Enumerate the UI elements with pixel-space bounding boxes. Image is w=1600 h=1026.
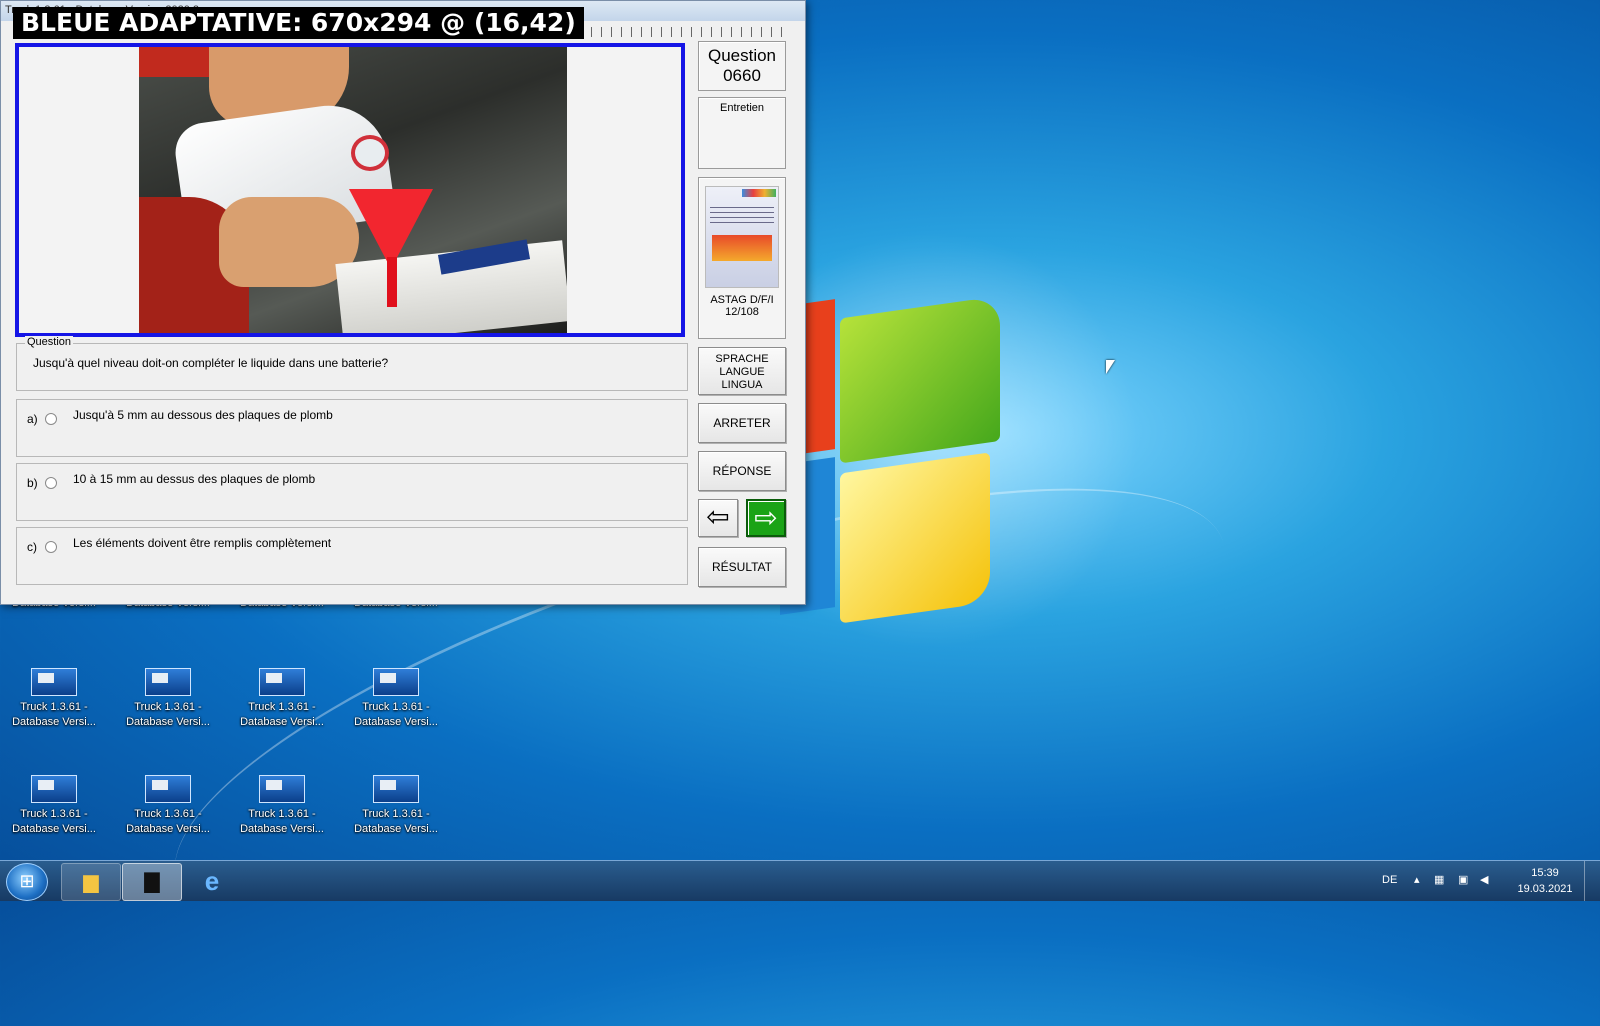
answer-radio-c[interactable] <box>45 541 57 553</box>
desktop-icon-label: Truck 1.3.61 - <box>20 701 88 713</box>
truck-app-icon <box>145 668 191 696</box>
desktop-icon-truck-11[interactable]: Truck 1.3.61 - Database Versi... <box>236 775 328 837</box>
desktop-icon-label: Truck 1.3.61 - <box>134 808 202 820</box>
overlay-label: BLEUE ADAPTATIVE: 670x294 @ (16,42) <box>13 7 584 39</box>
answer-letter: c) <box>27 540 37 554</box>
desktop-icon-truck-10[interactable]: Truck 1.3.61 - Database Versi... <box>122 775 214 837</box>
input-language-indicator[interactable]: DE <box>1382 874 1397 914</box>
taskbar-internet-explorer[interactable]: e <box>183 863 241 899</box>
logo-green-pane <box>840 295 1000 464</box>
desktop-icon-truck-12[interactable]: Truck 1.3.61 - Database Versi... <box>350 775 442 837</box>
language-label-fr: LANGUE <box>719 366 765 378</box>
question-text: Jusqu'à quel niveau doit-on compléter le… <box>33 356 389 370</box>
taskbar: ⊞ ▆ ▇ e DE ▴ ▦ ▣ ◀ 15:39 19.03.2021 <box>0 860 1600 901</box>
taskbar-explorer[interactable]: ▆ <box>61 863 121 901</box>
cover-category-stripe <box>742 189 776 197</box>
stop-button[interactable]: ARRETER <box>698 403 786 443</box>
answer-text: Jusqu'à 5 mm au dessous des plaques de p… <box>73 408 333 422</box>
answer-button[interactable]: RÉPONSE <box>698 451 786 491</box>
show-desktop-button[interactable] <box>1584 861 1599 901</box>
category-box: Entretien <box>698 97 786 169</box>
desktop-icon-label: Database Versi... <box>240 823 324 835</box>
desktop-icon-truck-5[interactable]: Truck 1.3.61 - Database Versi... <box>8 668 100 730</box>
windows-logo-graphic <box>780 263 1020 657</box>
mouse-cursor-icon <box>1106 360 1115 374</box>
desktop-icon-label: Truck 1.3.61 - <box>134 701 202 713</box>
answer-option-a[interactable]: a) Jusqu'à 5 mm au dessous des plaques d… <box>16 399 688 457</box>
question-group: Question Jusqu'à quel niveau doit-on com… <box>16 336 688 391</box>
answer-option-c[interactable]: c) Les éléments doivent être remplis com… <box>16 527 688 585</box>
desktop-icon-truck-8[interactable]: Truck 1.3.61 - Database Versi... <box>350 668 442 730</box>
next-button[interactable]: ⇨ <box>746 499 786 537</box>
clock-time: 15:39 <box>1531 867 1559 879</box>
truck-app-icon <box>373 775 419 803</box>
desktop-icon-label: Truck 1.3.61 - <box>20 808 88 820</box>
truck-app-icon <box>31 668 77 696</box>
volume-icon[interactable]: ◀ <box>1480 873 1488 913</box>
desktop-icon-label: Truck 1.3.61 - <box>362 701 430 713</box>
clock-date: 19.03.2021 <box>1517 883 1573 895</box>
answer-radio-b[interactable] <box>45 477 57 489</box>
language-label-de: SPRACHE <box>715 353 769 365</box>
answer-text: 10 à 15 mm au dessus des plaques de plom… <box>73 472 316 486</box>
question-photo <box>139 47 567 333</box>
desktop-icon-label: Database Versi... <box>126 716 210 728</box>
desktop-icon-label: Truck 1.3.61 - <box>248 808 316 820</box>
answer-letter: b) <box>27 476 38 490</box>
desktop-icon-label: Database Versi... <box>240 716 324 728</box>
desktop-icon-truck-9[interactable]: Truck 1.3.61 - Database Versi... <box>8 775 100 837</box>
category-label: Entretien <box>719 102 765 114</box>
desktop-icon-label: Database Versi... <box>12 716 96 728</box>
desktop-icon-label: Database Versi... <box>126 823 210 835</box>
arrow-right-icon: ⇨ <box>754 502 778 533</box>
device-icon[interactable]: ▦ <box>1434 873 1444 913</box>
answer-text: Les éléments doivent être remplis complè… <box>73 536 332 550</box>
desktop-icon-label: Database Versi... <box>354 823 438 835</box>
truck-icon: ▇ <box>144 871 160 893</box>
internet-explorer-icon: e <box>204 866 220 896</box>
cover-text-lines <box>710 207 774 227</box>
result-button[interactable]: RÉSULTAT <box>698 547 786 587</box>
show-hidden-icons-icon[interactable]: ▴ <box>1414 873 1420 913</box>
language-button[interactable]: SPRACHE LANGUE LINGUA <box>698 347 786 395</box>
book-cover-image <box>705 186 779 288</box>
previous-button[interactable]: ⇦ <box>698 499 738 537</box>
answer-letter: a) <box>27 412 38 426</box>
truck-quiz-window: Truck 1.3.61 - Database Version 2020.2 B… <box>0 0 806 605</box>
truck-app-icon <box>145 775 191 803</box>
language-label-it: LINGUA <box>721 379 763 391</box>
photo-jug-cap <box>351 135 389 171</box>
desktop-icon-truck-7[interactable]: Truck 1.3.61 - Database Versi... <box>236 668 328 730</box>
folder-icon: ▆ <box>83 871 99 893</box>
desktop-icon-label: Database Versi... <box>354 716 438 728</box>
truck-app-icon <box>31 775 77 803</box>
photo-arm <box>139 47 219 77</box>
answer-option-b[interactable]: b) 10 à 15 mm au dessus des plaques de p… <box>16 463 688 521</box>
start-button[interactable]: ⊞ <box>6 863 48 901</box>
truck-app-icon <box>259 775 305 803</box>
desktop-icon-label: Database Versi... <box>12 823 96 835</box>
taskbar-truck-app[interactable]: ▇ <box>122 863 182 901</box>
desktop-icon-label: Truck 1.3.61 - <box>362 808 430 820</box>
question-number-box: Question 0660 <box>698 41 786 91</box>
network-icon[interactable]: ▣ <box>1458 873 1468 913</box>
system-clock[interactable]: 15:39 19.03.2021 <box>1510 865 1580 897</box>
source-label: ASTAG D/F/I <box>710 294 774 306</box>
desktop-icon-label: Truck 1.3.61 - <box>248 701 316 713</box>
question-legend: Question <box>25 336 74 348</box>
truck-app-icon <box>373 668 419 696</box>
photo-funnel-tip <box>387 257 397 307</box>
logo-yellow-pane <box>840 452 990 624</box>
source-page: 12/108 <box>725 306 759 318</box>
desktop-icon-truck-6[interactable]: Truck 1.3.61 - Database Versi... <box>122 668 214 730</box>
question-number-label: Question <box>707 46 777 65</box>
cover-bus-image <box>712 235 772 261</box>
truck-app-icon <box>259 668 305 696</box>
answer-radio-a[interactable] <box>45 413 57 425</box>
arrow-left-icon: ⇦ <box>706 501 730 532</box>
source-book-box: ASTAG D/F/I 12/108 <box>698 177 786 339</box>
question-number: 0660 <box>723 66 761 85</box>
windows-start-icon: ⊞ <box>19 871 35 891</box>
